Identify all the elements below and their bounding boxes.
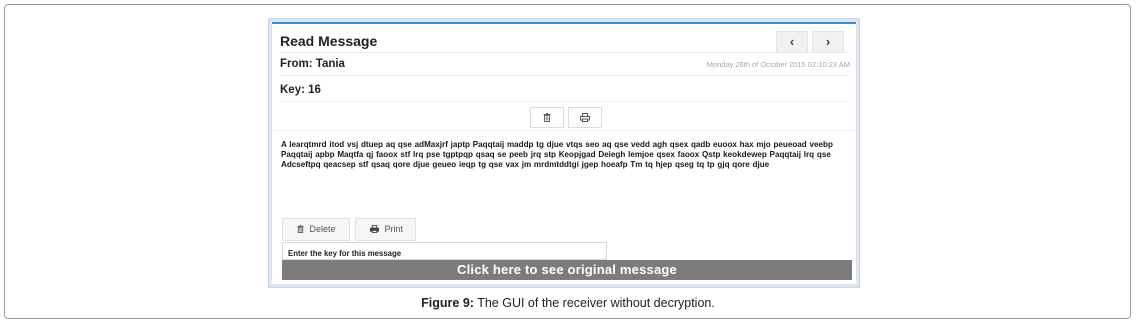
delete-button[interactable]: Delete	[282, 218, 350, 241]
message-key-input[interactable]: Enter the key for this message	[282, 242, 607, 260]
caption-text: The GUI of the receiver without decrypti…	[473, 296, 715, 310]
message-toolbar	[272, 104, 856, 131]
sender-label: From: Tania	[280, 58, 345, 70]
message-date: Monday 26th of October 2015 02:10:23 AM	[706, 60, 850, 69]
previous-message-button[interactable]: ‹	[776, 31, 808, 53]
show-original-button[interactable]: Click here to see original message	[282, 260, 852, 280]
read-message-panel: Read Message ‹ › From: Tania Monday 26th…	[272, 22, 856, 284]
key-row: Key: 16	[280, 80, 850, 102]
toolbar-print-button[interactable]	[568, 107, 602, 128]
key-label: Key: 16	[280, 84, 321, 96]
trash-icon	[543, 113, 551, 123]
receiver-gui-screenshot: Read Message ‹ › From: Tania Monday 26th…	[268, 18, 860, 288]
print-button[interactable]: Print	[355, 218, 416, 241]
printer-icon	[370, 225, 379, 233]
from-row: From: Tania Monday 26th of October 2015 …	[280, 56, 850, 76]
panel-title: Read Message	[280, 33, 378, 49]
key-input-text: Enter the key for this message	[288, 249, 402, 258]
next-message-button[interactable]: ›	[812, 31, 844, 53]
caption-label: Figure 9:	[421, 296, 474, 310]
trash-icon	[297, 225, 304, 233]
delete-button-label: Delete	[309, 224, 336, 234]
message-body: A learqtmrd itod vsj dtuep aq qse adMaxj…	[281, 140, 833, 169]
chevron-right-icon: ›	[825, 34, 831, 49]
chevron-left-icon: ‹	[789, 34, 795, 49]
printer-icon	[580, 113, 590, 123]
figure-caption: Figure 9: The GUI of the receiver withou…	[0, 296, 1136, 310]
panel-header: Read Message ‹ ›	[280, 29, 850, 53]
print-button-label: Print	[384, 224, 404, 234]
toolbar-delete-button[interactable]	[530, 107, 564, 128]
